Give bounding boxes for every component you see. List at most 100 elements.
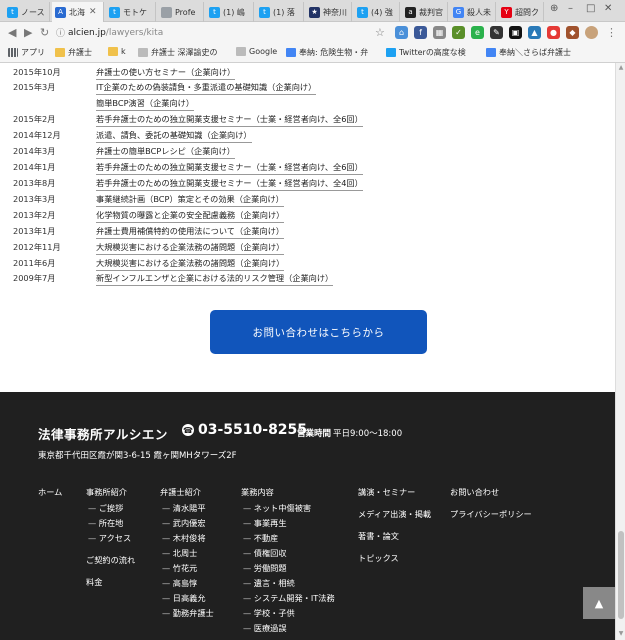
scroll-up-icon[interactable]: ▲ — [617, 64, 625, 71]
browser-tab-active[interactable]: A 北海 ✕ — [52, 2, 104, 22]
hours-value: 平日9:00～18:00 — [333, 429, 403, 439]
browser-tab[interactable]: t ノース — [4, 2, 50, 22]
history-title[interactable]: 大規模災害における企業法務の諸問題（企業向け） — [96, 241, 285, 255]
footer-link-services[interactable]: 業務内容 — [241, 486, 274, 498]
footer-link-service[interactable]: 遺言・相続 — [243, 577, 295, 589]
bookmark-item[interactable]: 弁護士 深澤諭史の — [138, 47, 218, 58]
reload-icon[interactable]: ↻ — [40, 26, 49, 39]
footer-link-service[interactable]: 学校・子供 — [243, 607, 295, 619]
footer-link-lawyer[interactable]: 高島惇 — [162, 577, 198, 589]
history-title[interactable]: 弁護士の簡単BCPレシピ（企業向け） — [96, 145, 235, 159]
phone-number[interactable]: ☎ 03-5510-8255 — [182, 422, 307, 438]
bookmark-item[interactable]: 奉納＼さらば弁護士 — [486, 47, 571, 58]
contact-cta-button[interactable]: お問い合わせはこちらから — [210, 310, 427, 354]
history-title[interactable]: 事業継続計画（BCP）策定とその効果（企業向け） — [96, 193, 284, 207]
footer-link-lawyers[interactable]: 弁護士紹介 — [160, 486, 201, 498]
footer-link-location[interactable]: 所在地 — [88, 517, 124, 529]
bookmark-item[interactable]: 奉納: 危険生物・弁 — [286, 47, 368, 58]
footer-link-service[interactable]: 債権回収 — [243, 547, 287, 559]
history-row: 2009年7月 新型インフルエンザと企業における法的リスク管理（企業向け） — [13, 272, 334, 286]
browser-tab[interactable]: a 裁判官 — [402, 2, 448, 22]
evernote-icon[interactable]: e — [471, 26, 484, 39]
extension-icon[interactable]: ✓ — [452, 26, 465, 39]
footer-link-contract-flow[interactable]: ご契約の流れ — [86, 554, 135, 566]
footer-link-topics[interactable]: トピックス — [358, 552, 399, 564]
close-window-icon[interactable]: ✕ — [604, 3, 612, 14]
history-title[interactable]: 若手弁護士のための独立開業支援セミナー（士業・経営者向け、全4回） — [96, 177, 363, 191]
footer-link-lawyer[interactable]: 勤務弁護士 — [162, 607, 214, 619]
bookmark-item[interactable]: Google — [236, 47, 277, 56]
history-title[interactable]: 化学物質の曝露と企業の安全配慮義務（企業向け） — [96, 209, 285, 223]
extension-icon[interactable]: ▣ — [509, 26, 522, 39]
history-title[interactable]: 若手弁護士のための独立開業支援セミナー（士業・経営者向け、全6回） — [96, 161, 363, 175]
history-row: 2013年2月 化学物質の曝露と企業の安全配慮義務（企業向け） — [13, 209, 285, 223]
footer-link-lawyer[interactable]: 木村俊将 — [162, 532, 206, 544]
browser-tab[interactable]: ★ 神奈川 — [306, 2, 352, 22]
extension-icon[interactable]: ● — [547, 26, 560, 39]
footer-link-lawyer[interactable]: 日高義允 — [162, 592, 206, 604]
footer-link-lawyer[interactable]: 竹花元 — [162, 562, 198, 574]
browser-tab[interactable]: G 殺人未 — [450, 2, 496, 22]
footer-link-service[interactable]: 労働問題 — [243, 562, 287, 574]
forward-arrow-icon[interactable]: ▶ — [24, 26, 32, 39]
footer-link-publications[interactable]: 著書・論文 — [358, 530, 399, 542]
footer-link-service[interactable]: 医療過誤 — [243, 622, 287, 634]
extension-icon[interactable]: ▦ — [433, 26, 446, 39]
browser-tab[interactable]: Profe — [158, 2, 204, 22]
bookmark-item[interactable]: アプリ — [8, 47, 45, 58]
history-title[interactable]: 新型インフルエンザと企業における法的リスク管理（企業向け） — [96, 272, 334, 286]
site-footer: 法律事務所アルシエン ☎ 03-5510-8255 営業時間 平日9:00～18:… — [0, 392, 615, 640]
extension-icon[interactable]: ⌂ — [395, 26, 408, 39]
history-title[interactable]: IT企業のための偽装請負・多重派遣の基礎知識（企業向け） — [96, 81, 317, 95]
footer-link-contact[interactable]: お問い合わせ — [450, 486, 499, 498]
bookmark-item[interactable]: Twitterの高度な検 — [386, 47, 466, 58]
history-title[interactable]: 派遣、請負、委託の基礎知識（企業向け） — [96, 129, 252, 143]
history-title[interactable]: 簡単BCP演習（企業向け） — [96, 97, 195, 111]
footer-link-service[interactable]: ネット中傷被害 — [243, 502, 311, 514]
close-icon[interactable]: ✕ — [89, 7, 97, 17]
footer-link-fees[interactable]: 料金 — [86, 576, 102, 588]
tab-label: (4) 強 — [371, 7, 393, 17]
page-scrollbar[interactable]: ▲ ▼ — [615, 63, 625, 640]
footer-link-greeting[interactable]: ご挨拶 — [88, 502, 124, 514]
extension-icon[interactable]: ◆ — [566, 26, 579, 39]
browser-tab[interactable]: t モトケ — [106, 2, 156, 22]
star-icon[interactable]: ☆ — [375, 26, 385, 39]
scroll-to-top-button[interactable]: ▲ — [583, 587, 615, 619]
footer-link-service[interactable]: 事業再生 — [243, 517, 287, 529]
minimize-icon[interactable]: – — [568, 3, 573, 14]
menu-icon[interactable]: ⋮ — [606, 26, 617, 39]
bookmark-item[interactable]: 弁護士 — [55, 47, 92, 58]
footer-link-service[interactable]: システム開発・IT法務 — [243, 592, 335, 604]
browser-tab[interactable]: t (1) 嶋 — [206, 2, 254, 22]
maximize-icon[interactable]: □ — [586, 3, 595, 14]
browser-tab[interactable]: t (4) 強 — [354, 2, 400, 22]
history-title[interactable]: 若手弁護士のための独立開業支援セミナー（士業・経営者向け、全6回） — [96, 113, 363, 127]
footer-link-home[interactable]: ホーム — [38, 486, 62, 498]
footer-link-lawyer[interactable]: 北周士 — [162, 547, 198, 559]
extension-icon[interactable]: ✎ — [490, 26, 503, 39]
address-bar[interactable]: alcien.jp/lawyers/kita — [68, 25, 388, 41]
history-title[interactable]: 弁護士の使い方セミナー（企業向け） — [96, 66, 236, 80]
footer-link-lawyer[interactable]: 武内優宏 — [162, 517, 206, 529]
history-title[interactable]: 弁護士費用補償特約の使用法について（企業向け） — [96, 225, 285, 239]
bookmark-item[interactable]: k — [108, 47, 126, 56]
avatar[interactable] — [585, 26, 598, 39]
facebook-icon[interactable]: f — [414, 26, 427, 39]
footer-link-lawyer[interactable]: 清水陽平 — [162, 502, 206, 514]
footer-link-service[interactable]: 不動産 — [243, 532, 279, 544]
footer-link-access[interactable]: アクセス — [88, 532, 131, 544]
footer-link-seminars[interactable]: 講演・セミナー — [358, 486, 415, 498]
back-arrow-icon[interactable]: ◀ — [8, 26, 16, 39]
footer-link-media[interactable]: メディア出演・掲載 — [358, 508, 431, 520]
footer-link-privacy[interactable]: プライバシーポリシー — [450, 508, 532, 520]
browser-tab[interactable]: t (1) 落 — [256, 2, 304, 22]
history-title[interactable]: 大規模災害における企業法務の諸問題（企業向け） — [96, 257, 285, 271]
history-row: 2012年11月 大規模災害における企業法務の諸問題（企業向け） — [13, 241, 285, 255]
scrollbar-thumb[interactable] — [618, 531, 624, 619]
scroll-down-icon[interactable]: ▼ — [617, 630, 625, 637]
extension-icon[interactable]: ▲ — [528, 26, 541, 39]
footer-link-office[interactable]: 事務所紹介 — [86, 486, 127, 498]
new-tab-icon[interactable]: ⊕ — [550, 3, 558, 14]
browser-tab[interactable]: Y 超問ク — [498, 2, 544, 22]
